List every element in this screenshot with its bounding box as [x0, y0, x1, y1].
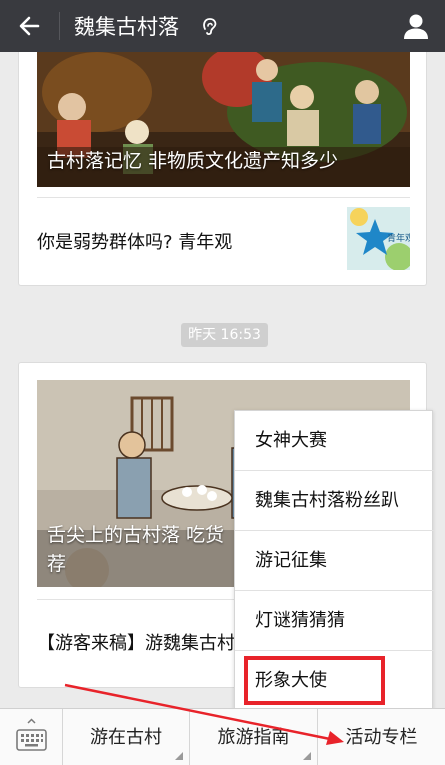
keyboard-icon	[16, 718, 47, 751]
thumbnail-label: 青年观	[387, 232, 410, 244]
menu-item-travelogue-contest[interactable]: 游记征集	[235, 531, 434, 591]
sub-article-title[interactable]: 【游客来稿】游魏集古村	[37, 629, 235, 655]
page-title: 魏集古村落	[74, 15, 179, 39]
submenu-indicator-icon	[175, 752, 183, 760]
menu-item-goddess-contest[interactable]: 女神大赛	[235, 411, 434, 471]
article-caption-line2: 荐	[47, 553, 67, 575]
tab-label: 游在古村	[90, 727, 162, 748]
top-bar: 魏集古村落	[0, 0, 445, 52]
submenu-indicator-icon	[303, 752, 311, 760]
menu-item-lantern-riddles[interactable]: 灯谜猜猜猜	[235, 591, 434, 651]
sub-article-title[interactable]: 你是弱势群体吗? 青年观	[37, 228, 232, 254]
article-image-figurines[interactable]: 古村落记忆 非物质文化遗产知多少	[37, 52, 410, 187]
article-caption: 古村落记忆 非物质文化遗产知多少	[47, 150, 339, 172]
ear-icon[interactable]	[199, 15, 221, 37]
menu-item-fan-party[interactable]: 魏集古村落粉丝趴	[235, 471, 434, 531]
tab-label: 旅游指南	[217, 727, 290, 748]
sub-article-thumbnail[interactable]: 青年观	[347, 207, 410, 270]
article-card-1[interactable]: 古村落记忆 非物质文化遗产知多少 你是弱势群体吗? 青年观 青年观	[18, 52, 427, 286]
time-badge: 昨天 16:53	[181, 323, 268, 347]
profile-icon[interactable]	[400, 10, 432, 42]
tab-travel-guide[interactable]: 旅游指南	[190, 709, 318, 765]
tab-label: 活动专栏	[345, 727, 418, 748]
tab-activities[interactable]: 活动专栏	[318, 709, 445, 765]
back-arrow-icon[interactable]	[14, 10, 46, 42]
highlight-box	[244, 656, 385, 705]
tab-village-tour[interactable]: 游在古村	[63, 709, 190, 765]
keyboard-toggle-button[interactable]	[0, 709, 63, 765]
bottom-menu-bar: 游在古村 旅游指南 活动专栏	[0, 708, 445, 765]
divider	[37, 197, 410, 198]
header-divider	[59, 12, 60, 40]
article-caption-line1: 舌尖上的古村落 吃货	[47, 524, 225, 546]
